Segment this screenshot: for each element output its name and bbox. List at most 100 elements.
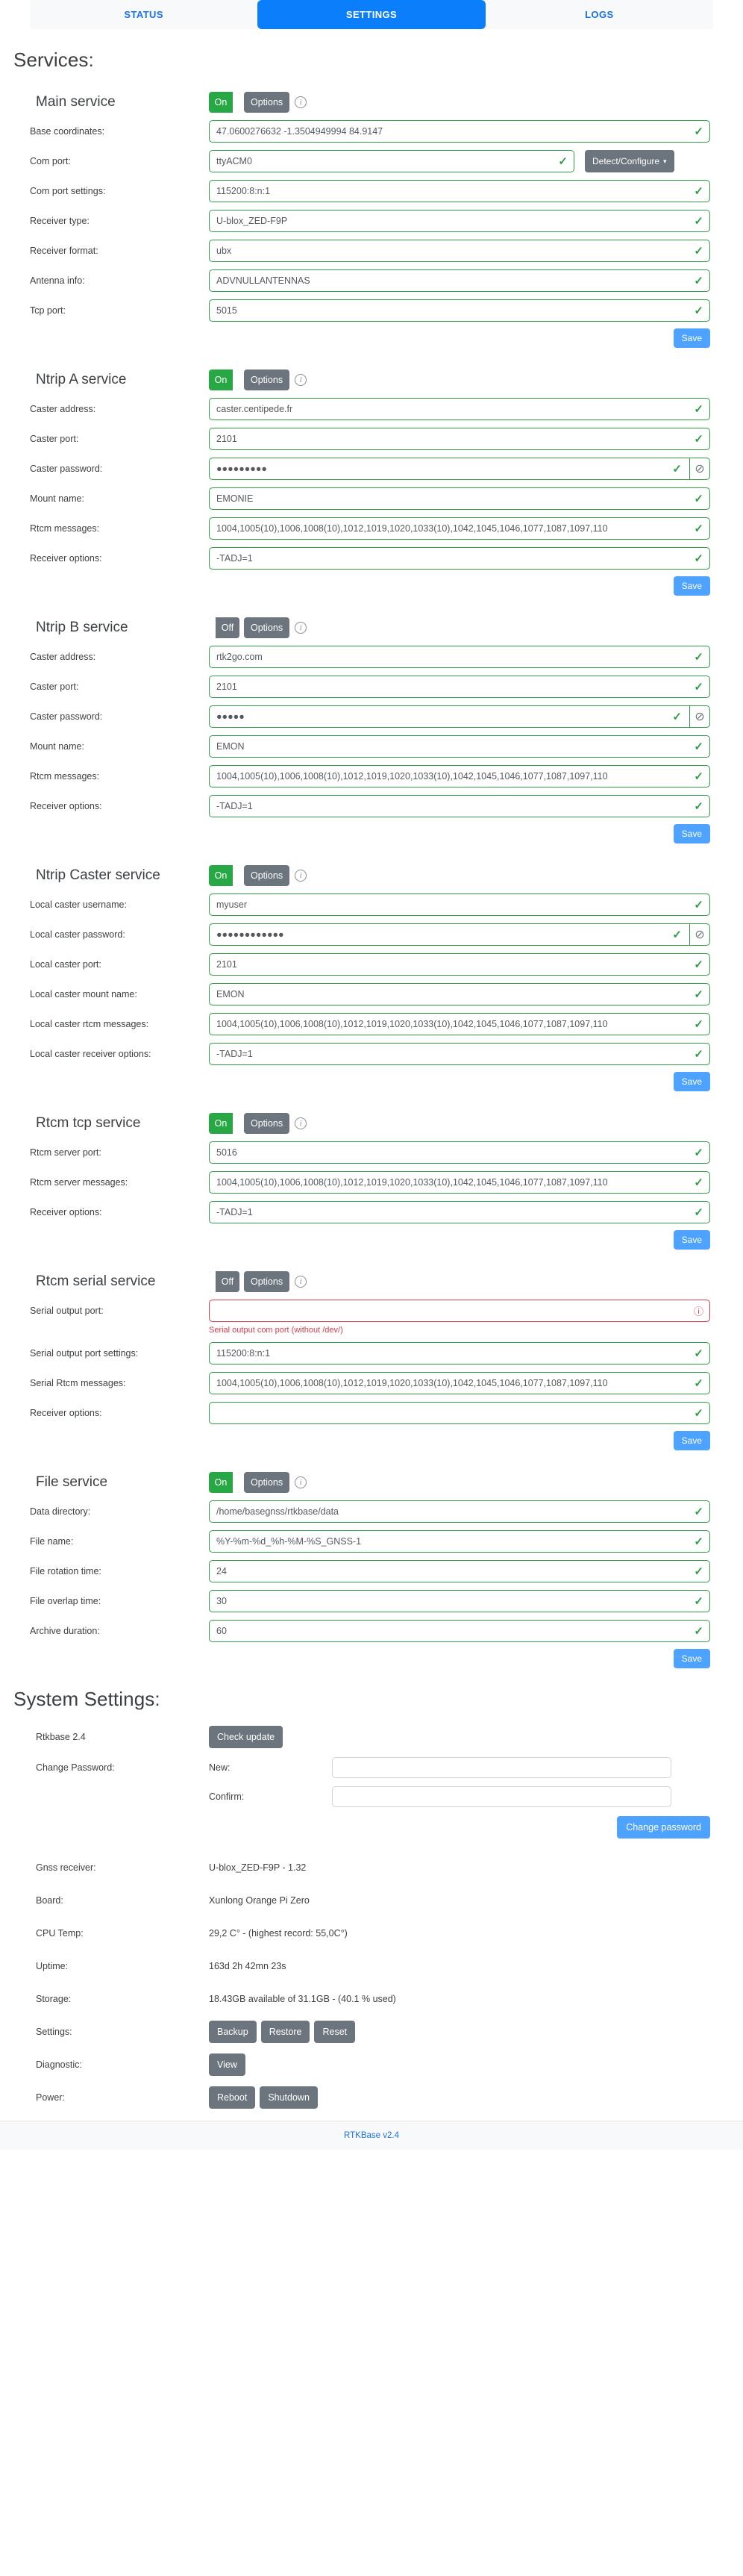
field-input[interactable]: 24 <box>209 1560 710 1582</box>
field-input[interactable]: %Y-%m-%d_%h-%M-%S_GNSS-1 <box>209 1530 710 1553</box>
toggle-password-visibility-icon[interactable]: ⊘ <box>690 705 710 728</box>
service-toggle[interactable]: On <box>209 1113 239 1134</box>
save-button[interactable]: Save <box>673 576 710 596</box>
field-input[interactable]: /home/basegnss/rtkbase/data <box>209 1500 710 1523</box>
save-button[interactable]: Save <box>673 1431 710 1450</box>
system-info-value: U-blox_ZED-F9P - 1.32 <box>209 1862 307 1873</box>
field-input[interactable]: U-blox_ZED-F9P <box>209 210 710 232</box>
tab-settings[interactable]: SETTINGS <box>257 0 486 29</box>
service-options-button[interactable]: Options <box>244 92 290 113</box>
field-input[interactable] <box>209 1402 710 1424</box>
field-label: Serial Rtcm messages: <box>30 1378 126 1388</box>
service-toggle[interactable]: Off <box>209 617 239 638</box>
detect-configure-button[interactable]: Detect/Configure ▾ <box>585 150 674 172</box>
field-input[interactable]: 2101 <box>209 676 710 698</box>
new-password-input[interactable] <box>332 1757 671 1778</box>
field-input[interactable]: 30 <box>209 1590 710 1612</box>
field-input[interactable]: ●●●●● <box>209 705 690 728</box>
field-input[interactable]: -TADJ=1 <box>209 795 710 817</box>
field-label: Rtcm server messages: <box>30 1177 128 1188</box>
field-input[interactable]: ADVNULLANTENNAS <box>209 269 710 292</box>
toggle-password-visibility-icon[interactable]: ⊘ <box>690 458 710 480</box>
field-input[interactable]: ttyACM0 <box>209 150 574 172</box>
field-input[interactable]: caster.centipede.fr <box>209 398 710 420</box>
service-toggle[interactable]: On <box>209 92 239 113</box>
field-input[interactable]: 1004,1005(10),1006,1008(10),1012,1019,10… <box>209 765 710 788</box>
service-toggle[interactable]: On <box>209 1472 239 1493</box>
field-input[interactable]: 5016 <box>209 1141 710 1164</box>
field-input[interactable]: rtk2go.com <box>209 646 710 668</box>
field-input[interactable]: 5015 <box>209 299 710 322</box>
service-options-button[interactable]: Options <box>244 1271 290 1292</box>
info-icon[interactable]: i <box>295 1476 307 1488</box>
field-input[interactable]: 47.0600276632 -1.3504949994 84.9147 <box>209 120 710 143</box>
power-shutdown-button[interactable]: Shutdown <box>260 2086 318 2109</box>
field-label: Com port: <box>30 156 71 166</box>
field-label: Caster address: <box>30 404 96 414</box>
field-input[interactable]: 1004,1005(10),1006,1008(10),1012,1019,10… <box>209 1013 710 1035</box>
settings-backup-button[interactable]: Backup <box>209 2021 257 2043</box>
check-update-button[interactable]: Check update <box>209 1726 283 1748</box>
service-options-button[interactable]: Options <box>244 1113 290 1134</box>
power-label: Power: <box>36 2092 65 2103</box>
service-toggle[interactable]: Off <box>209 1271 239 1292</box>
field-input[interactable]: ubx <box>209 240 710 262</box>
settings-reset-button[interactable]: Reset <box>314 2021 356 2043</box>
info-icon[interactable]: i <box>295 1117 307 1129</box>
save-button[interactable]: Save <box>673 1230 710 1250</box>
field-input[interactable]: EMON <box>209 983 710 1005</box>
field-label: Local caster password: <box>30 929 125 940</box>
field-input[interactable]: 2101 <box>209 953 710 976</box>
field-label: Caster address: <box>30 652 96 662</box>
save-button[interactable]: Save <box>673 328 710 348</box>
service-options-button[interactable]: Options <box>244 865 290 886</box>
field-input[interactable]: 1004,1005(10),1006,1008(10),1012,1019,10… <box>209 517 710 540</box>
field-input[interactable]: 60 <box>209 1620 710 1642</box>
field-input[interactable]: -TADJ=1 <box>209 1043 710 1065</box>
change-password-button[interactable]: Change password <box>617 1816 710 1839</box>
field-input[interactable]: -TADJ=1 <box>209 547 710 570</box>
save-button[interactable]: Save <box>673 824 710 843</box>
toggle-knob <box>233 92 239 113</box>
field-label: Caster password: <box>30 711 103 722</box>
tab-logs[interactable]: LOGS <box>485 0 713 29</box>
save-button[interactable]: Save <box>673 1649 710 1668</box>
field-control: 2101 ✓ <box>209 953 710 976</box>
field-input[interactable]: 115200:8:n:1 <box>209 180 710 202</box>
settings-restore-button[interactable]: Restore <box>260 2021 310 2043</box>
field-input[interactable]: 115200:8:n:1 <box>209 1342 710 1365</box>
service-toggle[interactable]: On <box>209 369 239 390</box>
field-input[interactable]: ●●●●●●●●● <box>209 458 690 480</box>
field-input[interactable]: 2101 <box>209 428 710 450</box>
power-reboot-button[interactable]: Reboot <box>209 2086 256 2109</box>
info-icon[interactable]: i <box>295 96 307 108</box>
save-row: Save <box>0 1072 743 1091</box>
field-input[interactable]: 1004,1005(10),1006,1008(10),1012,1019,10… <box>209 1171 710 1194</box>
field-input[interactable]: myuser <box>209 894 710 916</box>
confirm-password-input[interactable] <box>332 1786 671 1807</box>
field-control: 2101 ✓ <box>209 428 710 450</box>
diagnostic-view-button[interactable]: View <box>209 2053 245 2076</box>
info-icon[interactable]: i <box>295 374 307 386</box>
field-input[interactable]: 1004,1005(10),1006,1008(10),1012,1019,10… <box>209 1372 710 1394</box>
field-row: Tcp port: 5015 ✓ <box>0 299 743 322</box>
field-row: Serial Rtcm messages: 1004,1005(10),1006,… <box>0 1371 743 1395</box>
info-icon[interactable]: i <box>295 870 307 882</box>
field-input[interactable]: ●●●●●●●●●●●● <box>209 923 690 946</box>
service-options-button[interactable]: Options <box>244 617 290 638</box>
save-button[interactable]: Save <box>673 1072 710 1091</box>
service-toggle[interactable]: On <box>209 865 239 886</box>
info-icon[interactable]: i <box>295 1276 307 1288</box>
service-options-button[interactable]: Options <box>244 1472 290 1493</box>
field-input[interactable]: -TADJ=1 <box>209 1201 710 1223</box>
info-icon[interactable]: i <box>295 622 307 634</box>
tab-status[interactable]: STATUS <box>30 0 258 29</box>
toggle-password-visibility-icon[interactable]: ⊘ <box>690 923 710 946</box>
footer-link[interactable]: RTKBase v2.4 <box>344 2131 399 2140</box>
field-input[interactable]: EMONIE <box>209 487 710 510</box>
field-input[interactable]: EMON <box>209 735 710 758</box>
toggle-knob <box>233 1472 239 1493</box>
field-input[interactable] <box>209 1300 710 1322</box>
field-row: Caster password: ●●●●●●●●● ✓ ⊘ <box>0 457 743 481</box>
service-options-button[interactable]: Options <box>244 369 290 390</box>
